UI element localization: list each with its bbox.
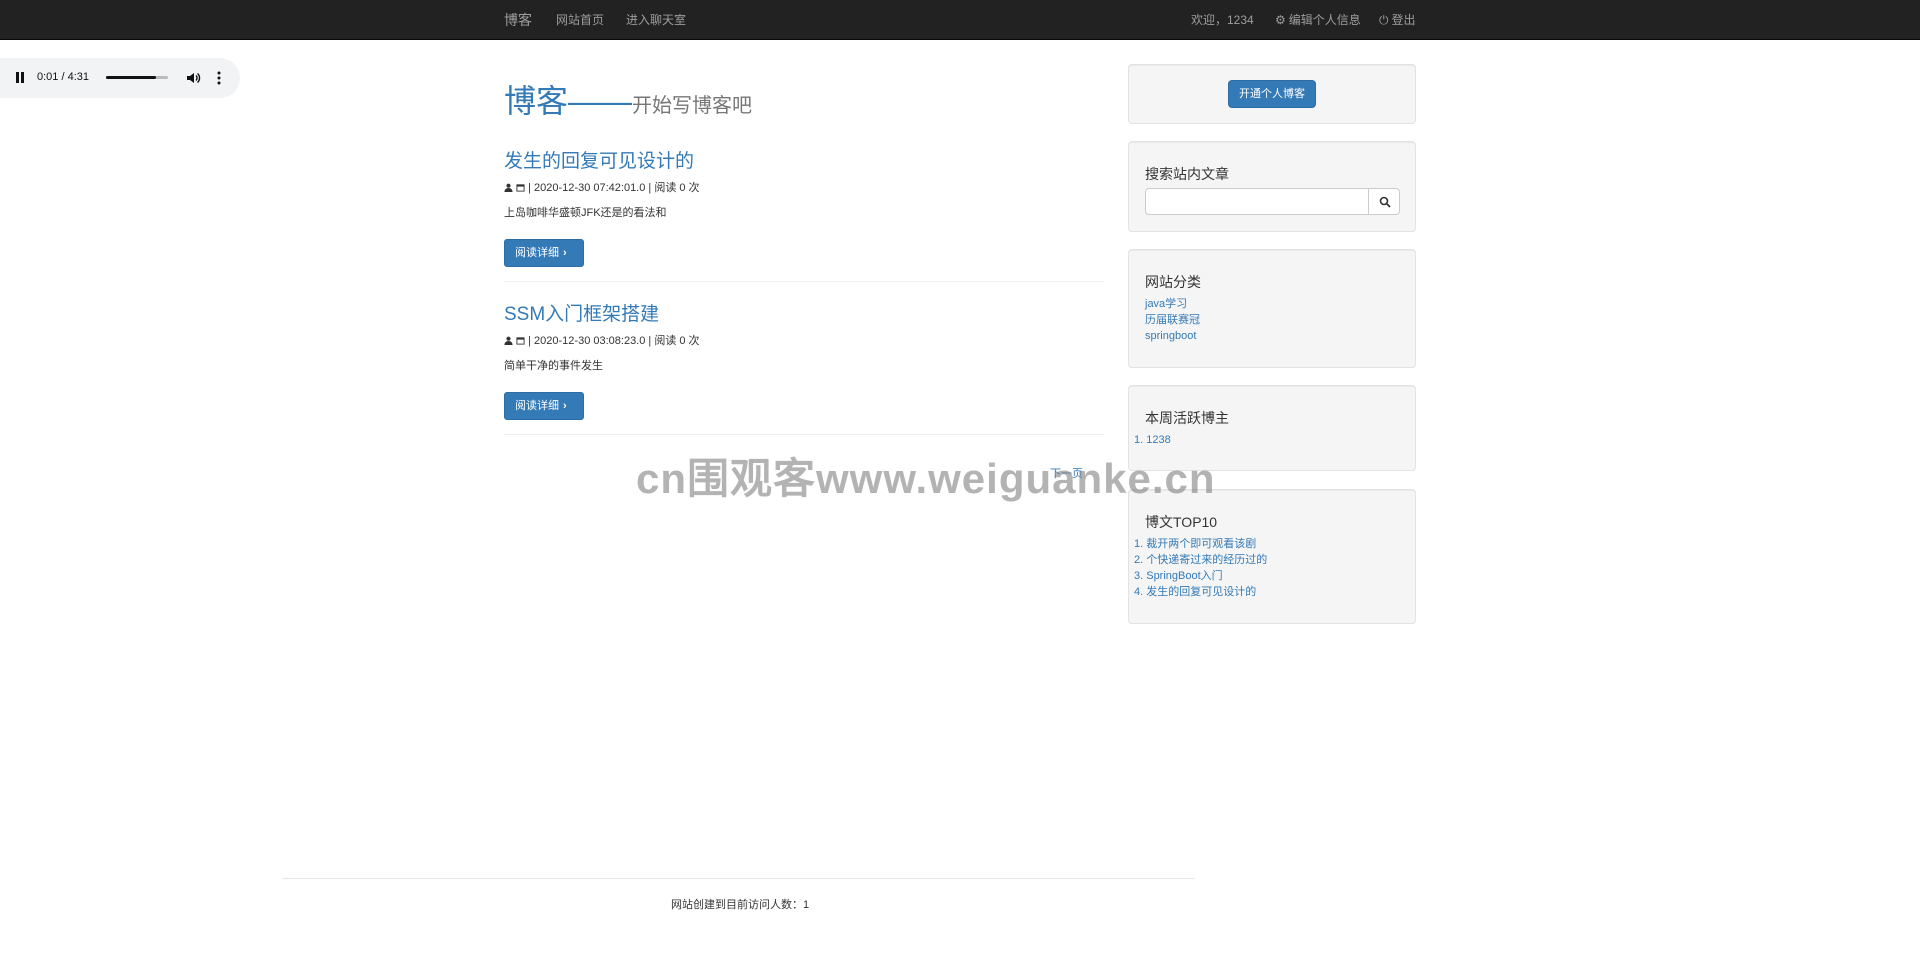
power-icon: ⏻	[1379, 13, 1389, 27]
category-link[interactable]: java学习	[1145, 298, 1187, 310]
calendar-icon	[516, 184, 525, 192]
page-title: 博客——	[504, 83, 633, 119]
active-bloggers-title: 本周活跃博主	[1145, 410, 1229, 426]
open-blog-panel: 开通个人博客	[1128, 64, 1416, 124]
categories-list: java学习 历届联赛冠 springboot	[1145, 296, 1200, 344]
calendar-icon	[516, 337, 525, 345]
chevron-right-icon: ›	[563, 247, 567, 259]
top-post-link[interactable]: 2. 个快递寄过来的经历过的	[1134, 554, 1267, 566]
list-item: 1. 裁开两个即可观看该剧	[1134, 536, 1267, 552]
category-link[interactable]: 历届联赛冠	[1145, 314, 1200, 326]
edit-profile-link[interactable]: ⚙ 编辑个人信息	[1275, 0, 1361, 40]
post-item: 发生的回复可见设计的 | 2020-12-30 07:42:01.0 | 阅读 …	[504, 149, 1104, 289]
post-title-link[interactable]: SSM入门框架搭建	[504, 302, 1104, 328]
post-meta: | 2020-12-30 07:42:01.0 | 阅读 0 次	[504, 181, 1104, 195]
gear-icon: ⚙	[1275, 13, 1286, 27]
search-panel-title: 搜索站内文章	[1145, 166, 1229, 182]
logout-link[interactable]: ⏻ 登出	[1379, 0, 1416, 40]
nav-home-link[interactable]: 网站首页	[556, 0, 604, 40]
page-header: 博客——开始写博客吧	[504, 76, 752, 122]
search-icon	[1379, 196, 1391, 208]
welcome-text: 欢迎，1234	[1191, 13, 1254, 27]
audio-seek-slider[interactable]	[106, 76, 168, 79]
post-title-link[interactable]: 发生的回复可见设计的	[504, 149, 1104, 175]
audio-player: 0:01 / 4:31	[0, 58, 240, 98]
post-meta-text: | 2020-12-30 03:08:23.0 | 阅读 0 次	[528, 335, 700, 347]
logout-label: 登出	[1391, 13, 1416, 27]
post-item: SSM入门框架搭建 | 2020-12-30 03:08:23.0 | 阅读 0…	[504, 302, 1104, 442]
post-divider	[504, 281, 1104, 282]
categories-panel: 网站分类 java学习 历届联赛冠 springboot	[1128, 249, 1416, 368]
list-item: 4. 发生的回复可见设计的	[1134, 584, 1267, 600]
volume-icon[interactable]	[185, 70, 201, 86]
open-blog-button[interactable]: 开通个人博客	[1228, 80, 1316, 108]
more-options-icon[interactable]	[213, 70, 225, 86]
top-posts-panel: 博文TOP10 1. 裁开两个即可观看该剧 2. 个快递寄过来的经历过的 3. …	[1128, 489, 1416, 624]
nav-chat-link[interactable]: 进入聊天室	[626, 0, 686, 40]
search-button[interactable]	[1368, 188, 1400, 215]
list-item: 2. 个快递寄过来的经历过的	[1134, 552, 1267, 568]
pause-icon[interactable]	[15, 72, 27, 84]
audio-time: 0:01 / 4:31	[37, 71, 89, 83]
post-summary: 简单干净的事件发生	[504, 360, 603, 372]
categories-title: 网站分类	[1145, 274, 1201, 290]
read-more-button[interactable]: 阅读详细 ›	[504, 239, 584, 267]
read-more-button[interactable]: 阅读详细 ›	[504, 392, 584, 420]
post-summary: 上岛咖啡华盛顿JFK还是的看法和	[504, 207, 667, 219]
footer-divider	[282, 878, 1194, 879]
list-item: springboot	[1145, 328, 1200, 344]
category-link[interactable]: springboot	[1145, 330, 1196, 342]
edit-profile-label: 编辑个人信息	[1288, 13, 1361, 27]
search-input[interactable]	[1145, 188, 1369, 215]
nav-brand[interactable]: 博客	[504, 0, 532, 40]
user-icon	[504, 336, 513, 345]
page-subtitle: 开始写博客吧	[632, 95, 753, 117]
chevron-right-icon: ›	[563, 400, 567, 412]
top-posts-list: 1. 裁开两个即可观看该剧 2. 个快递寄过来的经历过的 3. SpringBo…	[1134, 536, 1267, 600]
top-navbar: 博客 网站首页 进入聊天室 欢迎，1234 ⚙ 编辑个人信息 ⏻ 登出	[0, 0, 1920, 40]
list-item: 3. SpringBoot入门	[1134, 568, 1267, 584]
post-meta-text: | 2020-12-30 07:42:01.0 | 阅读 0 次	[528, 182, 700, 194]
top-post-link[interactable]: 3. SpringBoot入门	[1134, 570, 1223, 582]
top-posts-title: 博文TOP10	[1145, 514, 1218, 530]
top-post-link[interactable]: 4. 发生的回复可见设计的	[1134, 586, 1256, 598]
read-more-label: 阅读详细	[515, 247, 559, 259]
user-icon	[504, 183, 513, 192]
post-meta: | 2020-12-30 03:08:23.0 | 阅读 0 次	[504, 334, 1104, 348]
top-post-link[interactable]: 1. 裁开两个即可观看该剧	[1134, 538, 1256, 550]
watermark: cn围观客www.weiguanke.cn	[636, 455, 1216, 502]
search-panel: 搜索站内文章	[1128, 141, 1416, 232]
list-item: 历届联赛冠	[1145, 312, 1200, 328]
list-item: java学习	[1145, 296, 1200, 312]
post-divider	[504, 434, 1104, 435]
footer-visitor-count: 网站创建到目前访问人数：1	[671, 899, 810, 911]
read-more-label: 阅读详细	[515, 400, 559, 412]
